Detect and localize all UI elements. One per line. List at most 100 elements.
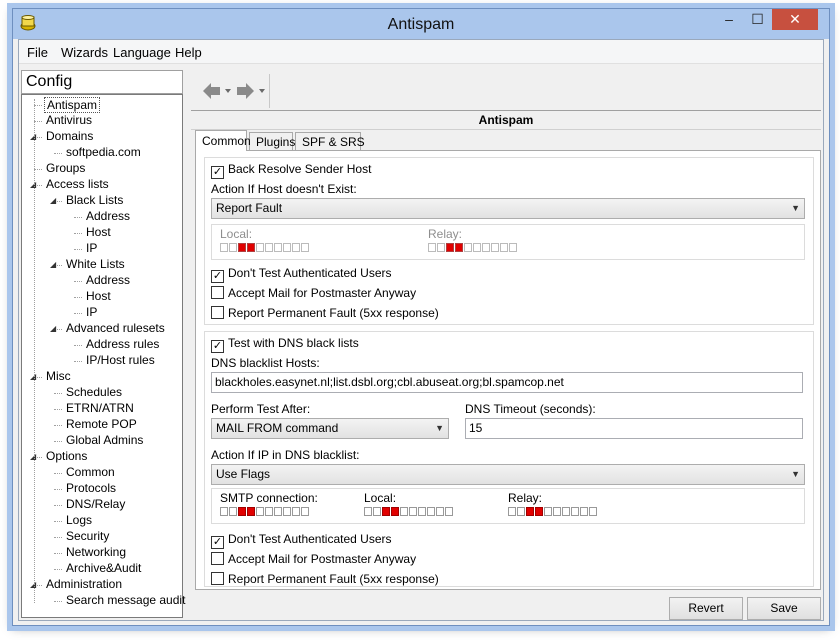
flag-cell[interactable] [220, 243, 228, 252]
tree-item[interactable]: Networking [64, 545, 128, 561]
maximize-button[interactable]: ☐ [744, 9, 771, 30]
accept-postmaster-checkbox-2[interactable]: Accept Mail for Postmaster Anyway [211, 552, 416, 568]
flag-cell[interactable] [464, 243, 472, 252]
tree-item[interactable]: DNS/Relay [64, 497, 127, 513]
save-button[interactable]: Save [747, 597, 821, 620]
flag-cell[interactable] [428, 243, 436, 252]
menu-wizards[interactable]: Wizards [61, 45, 108, 60]
flag-cell[interactable] [238, 243, 246, 252]
config-tree[interactable]: Antispam Antivirus Domains ◢ softpedia.com Gr… [21, 94, 185, 618]
flag-cell[interactable] [283, 507, 291, 516]
dont-test-auth-checkbox-1[interactable]: ✓ Don't Test Authenticated Users [211, 266, 392, 283]
tree-item[interactable]: IP/Host rules [84, 353, 157, 369]
tree-item[interactable]: Global Admins [64, 433, 145, 449]
report-permanent-checkbox-2[interactable]: Report Permanent Fault (5xx response) [211, 572, 439, 588]
tree-item[interactable]: Access lists [44, 177, 111, 193]
tree-item[interactable]: Address rules [84, 337, 161, 353]
collapse-icon[interactable]: ◢ [50, 321, 56, 336]
flag-cell[interactable] [436, 507, 444, 516]
close-button[interactable]: ✕ [772, 9, 818, 30]
tree-item[interactable]: IP [84, 305, 99, 321]
flag-cell[interactable] [517, 507, 525, 516]
flag-cell[interactable] [283, 243, 291, 252]
tree-item[interactable]: Search message audit [64, 593, 187, 609]
flag-cell[interactable] [229, 243, 237, 252]
tree-item[interactable]: Antispam [44, 97, 101, 113]
dont-test-auth-checkbox-2[interactable]: ✓ Don't Test Authenticated Users [211, 532, 392, 549]
flag-cell[interactable] [562, 507, 570, 516]
flag-cell[interactable] [274, 243, 282, 252]
tree-item[interactable]: ETRN/ATRN [64, 401, 136, 417]
dns-timeout-input[interactable]: 15 [465, 418, 803, 439]
flag-cell[interactable] [229, 507, 237, 516]
flag-cell[interactable] [256, 243, 264, 252]
test-dns-checkbox[interactable]: ✓ Test with DNS black lists [211, 336, 359, 353]
action-host-select[interactable]: Report Fault ▼ [211, 198, 805, 219]
flag-cell[interactable] [382, 507, 390, 516]
flag-cell[interactable] [364, 507, 372, 516]
flag-cell[interactable] [526, 507, 534, 516]
action-ip-select[interactable]: Use Flags ▼ [211, 464, 805, 485]
flag-cell[interactable] [473, 243, 481, 252]
local-flags[interactable] [220, 243, 310, 253]
menu-help[interactable]: Help [175, 45, 202, 60]
tree-item[interactable]: Misc [44, 369, 73, 385]
tree-item[interactable]: Schedules [64, 385, 124, 401]
tree-item[interactable]: IP [84, 241, 99, 257]
tree-item[interactable]: Remote POP [64, 417, 139, 433]
relay-flags-2[interactable] [508, 507, 598, 517]
flag-cell[interactable] [220, 507, 228, 516]
accept-postmaster-checkbox-1[interactable]: Accept Mail for Postmaster Anyway [211, 286, 416, 302]
flag-cell[interactable] [437, 243, 445, 252]
back-resolve-checkbox[interactable]: ✓ Back Resolve Sender Host [211, 162, 371, 179]
flag-cell[interactable] [455, 243, 463, 252]
tree-item[interactable]: Administration [44, 577, 124, 593]
flag-cell[interactable] [445, 507, 453, 516]
flag-cell[interactable] [571, 507, 579, 516]
tab-spf-srs[interactable]: SPF & SRS [295, 132, 365, 151]
flag-cell[interactable] [265, 243, 273, 252]
perform-test-select[interactable]: MAIL FROM command ▼ [211, 418, 449, 439]
tree-item[interactable]: Common [64, 465, 117, 481]
flag-cell[interactable] [580, 507, 588, 516]
local-flags-2[interactable] [364, 507, 454, 517]
relay-flags[interactable] [428, 243, 518, 253]
flag-cell[interactable] [274, 507, 282, 516]
forward-button[interactable] [235, 80, 269, 102]
flag-cell[interactable] [247, 507, 255, 516]
flag-cell[interactable] [400, 507, 408, 516]
flag-cell[interactable] [265, 507, 273, 516]
flag-cell[interactable] [391, 507, 399, 516]
title-bar[interactable]: Antispam – ☐ ✕ [13, 9, 829, 39]
flag-cell[interactable] [509, 243, 517, 252]
menu-language[interactable]: Language [113, 45, 171, 60]
tree-item[interactable]: Antivirus [44, 113, 94, 129]
tree-item[interactable]: Black Lists [64, 193, 125, 209]
flag-cell[interactable] [508, 507, 516, 516]
tree-item[interactable]: Address [84, 273, 132, 289]
flag-cell[interactable] [418, 507, 426, 516]
minimize-button[interactable]: – [715, 9, 743, 30]
flag-cell[interactable] [301, 507, 309, 516]
flag-cell[interactable] [589, 507, 597, 516]
tree-item[interactable]: Host [84, 225, 113, 241]
flag-cell[interactable] [544, 507, 552, 516]
tree-item[interactable]: Logs [64, 513, 94, 529]
menu-file[interactable]: File [27, 45, 48, 60]
revert-button[interactable]: Revert [669, 597, 743, 620]
tree-item[interactable]: Host [84, 289, 113, 305]
smtp-flags[interactable] [220, 507, 310, 517]
flag-cell[interactable] [292, 507, 300, 516]
collapse-icon[interactable]: ◢ [50, 193, 56, 208]
flag-cell[interactable] [553, 507, 561, 516]
tree-item[interactable]: Options [44, 449, 89, 465]
flag-cell[interactable] [500, 243, 508, 252]
flag-cell[interactable] [491, 243, 499, 252]
flag-cell[interactable] [292, 243, 300, 252]
flag-cell[interactable] [409, 507, 417, 516]
flag-cell[interactable] [482, 243, 490, 252]
tree-item[interactable]: Advanced rulesets [64, 321, 167, 337]
flag-cell[interactable] [446, 243, 454, 252]
flag-cell[interactable] [535, 507, 543, 516]
flag-cell[interactable] [238, 507, 246, 516]
